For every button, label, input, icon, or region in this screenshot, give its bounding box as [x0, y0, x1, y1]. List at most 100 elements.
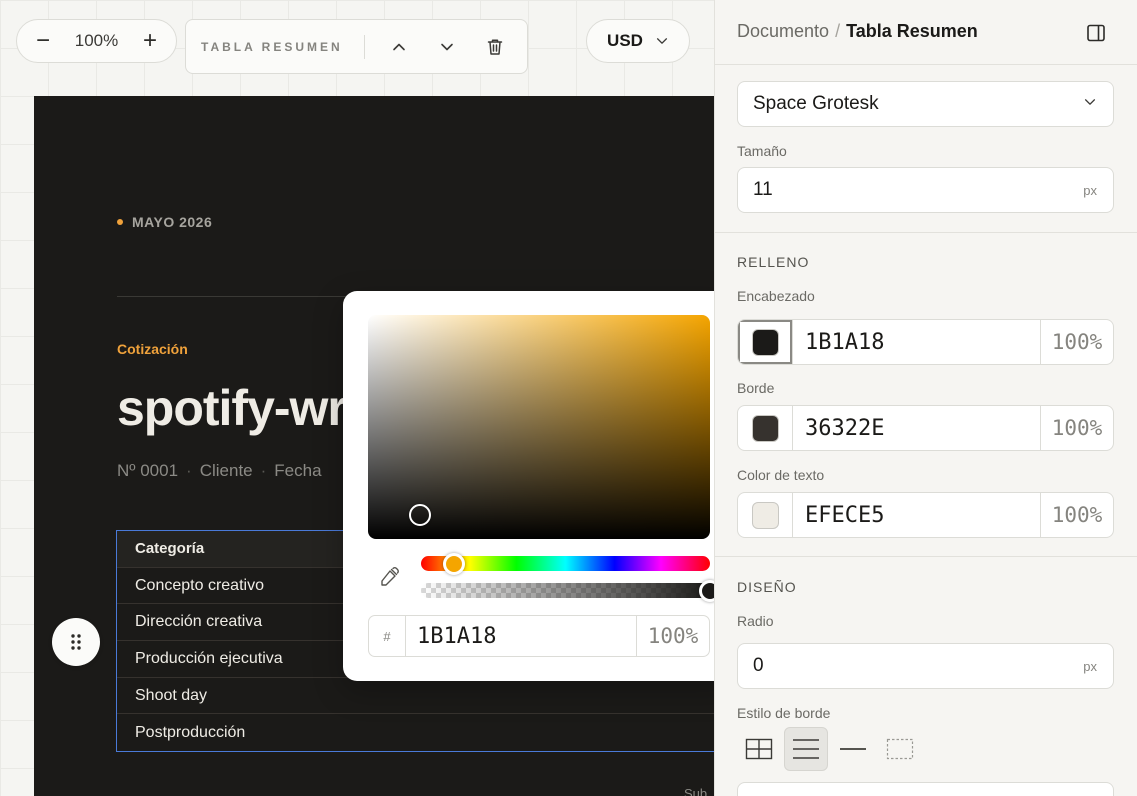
eyedropper-button[interactable]: [377, 565, 401, 589]
meta-date[interactable]: Fecha: [274, 461, 321, 480]
radius-input[interactable]: 0 px: [737, 643, 1114, 689]
font-family-select[interactable]: Space Grotesk: [737, 81, 1114, 127]
size-label: Tamaño: [737, 143, 787, 159]
border-style-horizontal[interactable]: [784, 727, 828, 771]
picker-hex-input[interactable]: 1B1A18: [406, 616, 636, 656]
breadcrumb-separator: /: [835, 21, 841, 41]
text-color-swatch: [751, 501, 779, 529]
meta-separator: ·: [186, 461, 192, 480]
picker-opacity-input[interactable]: 100%: [636, 616, 709, 656]
document-kicker[interactable]: Cotización: [117, 341, 188, 357]
radius-unit: px: [1083, 658, 1097, 674]
table-row[interactable]: Shoot day: [117, 678, 714, 715]
meta-client[interactable]: Cliente: [200, 461, 253, 480]
chevron-down-icon: [441, 43, 453, 50]
design-section-title: DISEÑO: [737, 579, 797, 595]
breadcrumb-current: Tabla Resumen: [846, 21, 978, 41]
single-line-icon: [840, 748, 866, 750]
next-field[interactable]: [737, 782, 1114, 796]
panel-divider: [715, 232, 1137, 233]
toggle-panel-button[interactable]: [1085, 22, 1107, 44]
table-cell: Concepto creativo: [135, 576, 264, 594]
header-fill-opacity-input[interactable]: 100%: [1040, 320, 1113, 364]
table-header-label: Categoría: [135, 540, 205, 558]
dashed-border-icon: [886, 738, 914, 760]
chevron-up-icon: [393, 43, 405, 50]
panel-toggle-icon: [1087, 24, 1105, 42]
hue-slider[interactable]: [421, 552, 710, 575]
date-text: MAYO 2026: [132, 214, 213, 230]
border-style-single[interactable]: [831, 727, 875, 771]
border-style-dashed[interactable]: [878, 727, 922, 771]
text-color-field: EFECE5 100%: [737, 492, 1114, 538]
border-fill-swatch: [751, 414, 779, 442]
fill-section-title: RELLENO: [737, 254, 810, 270]
panel-divider: [715, 556, 1137, 557]
border-fill-hex-input[interactable]: 36322E: [793, 406, 1040, 450]
border-fill-field: 36322E 100%: [737, 405, 1114, 451]
selection-label: TABLA RESUMEN: [201, 39, 343, 54]
zoom-control: − 100% +: [16, 19, 177, 63]
radius-value: 0: [753, 655, 764, 676]
header-fill-swatch: [751, 328, 779, 356]
color-picker-popover: # 1B1A18 100%: [343, 291, 734, 681]
document-title[interactable]: spotify-wr: [117, 379, 347, 437]
border-style-grid[interactable]: [737, 727, 781, 771]
header-fill-hex-input[interactable]: 1B1A18: [793, 320, 1040, 364]
text-color-swatch-button[interactable]: [738, 493, 793, 537]
zoom-level: 100%: [74, 31, 119, 50]
hue-thumb[interactable]: [443, 552, 466, 575]
document-meta: Nº 0001 · Cliente · Fecha: [117, 461, 322, 481]
document-date: MAYO 2026: [117, 214, 212, 230]
properties-panel: Documento / Tabla Resumen Space Grotesk Ta…: [714, 0, 1137, 796]
saturation-value-area[interactable]: [368, 315, 710, 539]
selection-toolbar: TABLA RESUMEN: [185, 19, 528, 74]
border-fill-opacity-input[interactable]: 100%: [1040, 406, 1113, 450]
saturation-thumb[interactable]: [409, 504, 431, 526]
accent-dot: [117, 219, 123, 225]
header-fill-swatch-button[interactable]: [738, 320, 793, 364]
breadcrumb: Documento / Tabla Resumen: [737, 21, 978, 42]
zoom-out-button[interactable]: −: [31, 29, 55, 53]
table-cell: Dirección creativa: [135, 613, 263, 631]
eyedropper-icon: [381, 567, 399, 586]
border-style-group: [737, 727, 922, 771]
picker-hex-input-group: # 1B1A18 100%: [368, 615, 710, 657]
table-cell: Shoot day: [135, 686, 208, 704]
table-cell: Producción ejecutiva: [135, 649, 283, 667]
opacity-slider[interactable]: [421, 579, 721, 602]
radius-label: Radio: [737, 613, 774, 629]
header-fill-field: 1B1A18 100%: [737, 319, 1114, 365]
grid-border-icon: [745, 738, 773, 760]
text-color-hex-input[interactable]: EFECE5: [793, 493, 1040, 537]
move-up-button[interactable]: [375, 27, 423, 67]
font-family-value: Space Grotesk: [753, 93, 879, 114]
meta-number[interactable]: Nº 0001: [117, 461, 178, 480]
move-down-button[interactable]: [423, 27, 471, 67]
header-fill-label: Encabezado: [737, 288, 815, 304]
text-color-opacity-input[interactable]: 100%: [1040, 493, 1113, 537]
horizontal-lines-icon: [793, 739, 819, 759]
drag-handle[interactable]: [52, 618, 100, 666]
trash-icon: [487, 38, 503, 55]
border-style-label: Estilo de borde: [737, 705, 831, 721]
table-row[interactable]: Postproducción: [117, 714, 714, 751]
chevron-down-icon: [656, 38, 668, 44]
currency-value: USD: [607, 31, 643, 50]
text-color-label: Color de texto: [737, 467, 825, 483]
table-cell: Postproducción: [135, 723, 246, 741]
breadcrumb-parent[interactable]: Documento: [737, 21, 829, 41]
size-unit: px: [1083, 182, 1097, 198]
canvas-footer-fragment: Sub: [684, 786, 708, 796]
size-value: 11: [753, 179, 773, 200]
border-fill-swatch-button[interactable]: [738, 406, 793, 450]
zoom-in-button[interactable]: +: [138, 29, 162, 53]
panel-divider: [715, 64, 1137, 65]
meta-separator: ·: [260, 461, 267, 480]
currency-select[interactable]: USD: [586, 19, 690, 63]
size-input[interactable]: 11 px: [737, 167, 1114, 213]
chevron-down-icon: [1083, 95, 1113, 114]
grip-dots-icon: [71, 634, 81, 650]
delete-button[interactable]: [471, 27, 519, 67]
toolbar-divider: [364, 34, 365, 59]
